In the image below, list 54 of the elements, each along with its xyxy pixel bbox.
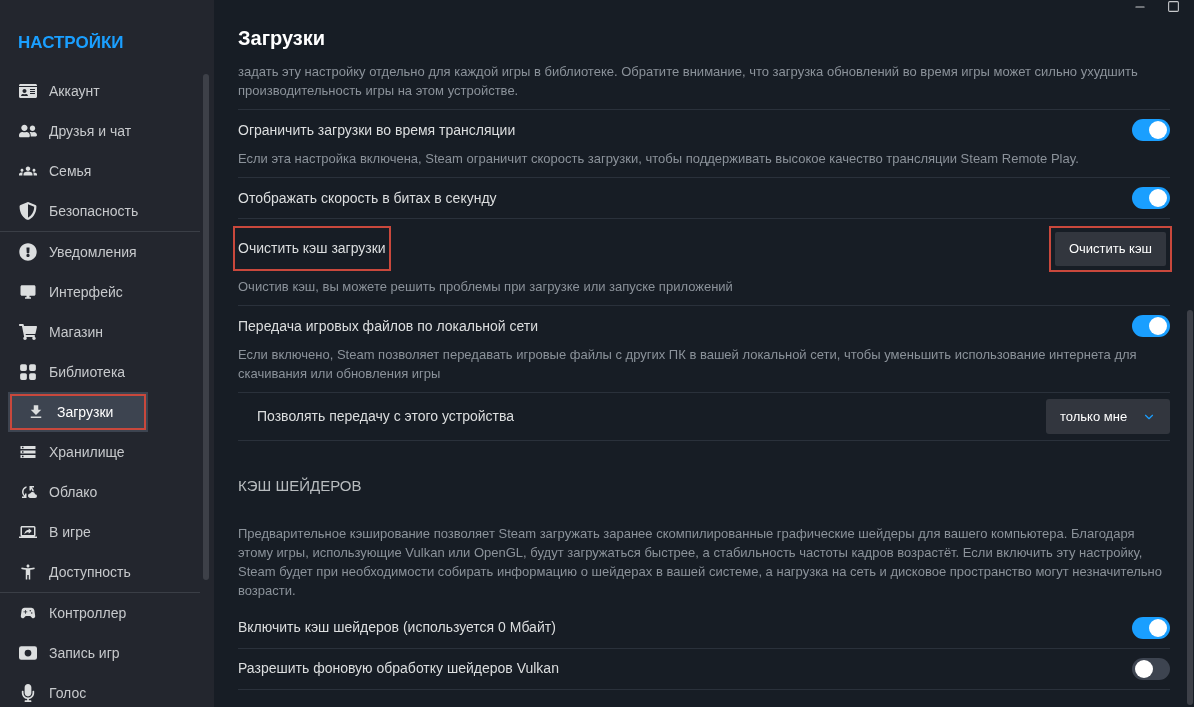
sidebar-item[interactable]: Хранилище (0, 432, 200, 472)
id-card-icon (19, 82, 37, 100)
sidebar-item[interactable]: Голос (0, 673, 200, 707)
setting-label: Отображать скорость в битах в секунду (238, 188, 497, 208)
sidebar-item[interactable]: Загрузки (8, 392, 148, 432)
setting-label: Ограничить загрузки во время трансляции (238, 120, 516, 140)
sidebar-item[interactable]: В игре (0, 512, 200, 552)
sidebar-item[interactable]: Контроллер (0, 593, 200, 633)
cart-icon (19, 323, 37, 341)
section-description: Предварительное кэширование позволяет Steam загружать заранее скомпилированные графические шейдеры для вашего компьютера. Благодаря этому игры, использующие Vulkan или OpenGL, будут загружаться быстрее, а стабильность частоты кадров возрастёт. Если включить эту настройку, Steam будет при необходимости собирать информацию о шейдерах в вашей системе, а нагрузка на сеть и дисковое пространство могут незначительно возрасти. (238, 524, 1163, 600)
setting-label: Включить кэш шейдеров (используется 0 Мбайт) (238, 618, 556, 637)
setting-description: Если включено, Steam позволяет передавать игровые файлы с других ПК в вашей локальной сети, чтобы уменьшить использование интернета для скачивания или обновления игры (238, 346, 1138, 383)
toggle-switch[interactable] (1132, 616, 1170, 639)
sidebar-item[interactable]: Семья (0, 151, 200, 191)
sidebar-item[interactable]: Запись игр (0, 633, 200, 673)
drive-icon (19, 443, 37, 461)
toggle-switch[interactable] (1132, 315, 1170, 337)
sidebar-title: НАСТРОЙКИ (18, 32, 124, 54)
sidebar-item[interactable]: Друзья и чат (0, 111, 200, 151)
toggle-switch[interactable] (1132, 657, 1170, 680)
microphone-icon (19, 684, 37, 702)
record-icon (19, 644, 37, 662)
sidebar-item[interactable]: Интерфейс (0, 272, 200, 312)
dropdown[interactable]: только мне (1046, 399, 1170, 434)
people-icon (19, 122, 37, 140)
monitor-icon (19, 283, 37, 301)
toggle-switch[interactable] (1132, 187, 1170, 209)
page-title: Загрузки (238, 26, 327, 51)
scrollbar[interactable] (1187, 310, 1193, 705)
sidebar-item[interactable]: Доступность (0, 552, 200, 592)
shield-icon (19, 202, 37, 220)
exclamation-icon (19, 243, 37, 261)
setting-description: Очистив кэш, вы можете решить проблемы при загрузке или запуске приложений (238, 278, 734, 296)
sidebar-item[interactable]: Аккаунт (0, 71, 200, 111)
sidebar-item[interactable]: Облако (0, 472, 200, 512)
setting-label: Очистить кэш загрузки (235, 228, 389, 269)
clear-cache-button[interactable]: Очистить кэш (1054, 231, 1166, 266)
sidebar-item[interactable]: Безопасность (0, 191, 200, 231)
cloud-icon (19, 483, 37, 501)
sidebar-item[interactable]: Уведомления (0, 232, 200, 272)
sidebar-item[interactable]: Библиотека (0, 352, 200, 392)
toggle-switch[interactable] (1132, 119, 1170, 141)
maximize-icon[interactable] (1167, 0, 1180, 13)
setting-description: Если эта настройка включена, Steam ограничит скорость загрузки, чтобы поддерживать высокое качество трансляции Steam Remote Play. (238, 150, 1080, 168)
accessibility-icon (19, 563, 37, 581)
setting-label: Позволять передачу с этого устройства (257, 407, 515, 426)
setting-label: Передача игровых файлов по локальной сети (238, 316, 538, 336)
setting-description: задать эту настройку отдельно для каждой игры в библиотеке. Обратите внимание, что загрузка обновлений во время игры может сильно ухудшить производительность игры на этом устройстве. (238, 62, 1170, 110)
scrollbar[interactable] (203, 74, 209, 580)
setting-label: Разрешить фоновую обработку шейдеров Vulkan (238, 659, 559, 678)
screen-icon (19, 523, 37, 541)
grid-icon (19, 363, 37, 381)
section-title: КЭШ ШЕЙДЕРОВ (238, 476, 363, 496)
sidebar-item[interactable]: Магазин (0, 312, 200, 352)
